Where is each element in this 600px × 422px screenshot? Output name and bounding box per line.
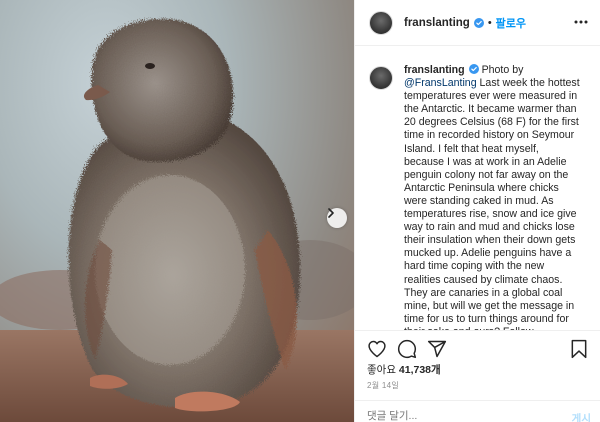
caption-avatar[interactable] xyxy=(369,66,393,90)
caption-row: franslanting Photo by @FransLanting Last… xyxy=(369,64,587,330)
caption-username[interactable]: franslanting xyxy=(404,64,465,76)
bookmark-icon xyxy=(571,339,587,359)
verified-badge-icon xyxy=(473,17,484,28)
share-icon xyxy=(427,340,447,358)
comment-icon xyxy=(397,339,417,359)
caption-scroll-area[interactable]: franslanting Photo by @FransLanting Last… xyxy=(355,46,600,330)
comment-input[interactable] xyxy=(367,410,547,422)
post-date[interactable]: 2월 14일 xyxy=(367,380,399,391)
likes-prefix: 좋아요 xyxy=(367,364,399,376)
like-button[interactable] xyxy=(367,339,387,359)
comment-bar: 게시 xyxy=(355,400,600,422)
more-options-button[interactable] xyxy=(573,14,589,30)
post-side-panel: franslanting • 팔로우 franslanting Photo by… xyxy=(354,0,600,422)
caption-prefix: Photo by xyxy=(478,64,524,76)
caption-body: Last week the hottest temperatures ever … xyxy=(404,77,580,330)
post-header: franslanting • 팔로우 xyxy=(355,0,600,46)
follow-button[interactable]: 팔로우 xyxy=(496,15,526,31)
comment-button[interactable] xyxy=(397,339,417,359)
likes-number: 41,738개 xyxy=(398,364,441,376)
save-button[interactable] xyxy=(569,339,589,359)
header-username[interactable]: franslanting xyxy=(404,17,470,29)
caption-credit-link[interactable]: @FransLanting xyxy=(404,77,477,89)
more-horizontal-icon xyxy=(574,20,588,24)
post-comment-button[interactable]: 게시 xyxy=(572,411,591,422)
action-bar xyxy=(355,330,600,366)
post-photo[interactable] xyxy=(0,0,354,422)
share-button[interactable] xyxy=(427,339,447,359)
chevron-right-icon xyxy=(328,208,334,218)
penguin-chick-image xyxy=(0,18,354,422)
caption-text: franslanting Photo by @FransLanting Last… xyxy=(404,64,580,330)
header-separator: • xyxy=(487,16,492,29)
next-photo-button[interactable] xyxy=(327,208,347,228)
heart-icon xyxy=(368,340,386,358)
likes-count[interactable]: 좋아요 41,738개 xyxy=(367,362,441,377)
verified-badge-icon xyxy=(468,64,479,74)
avatar[interactable] xyxy=(369,10,393,35)
